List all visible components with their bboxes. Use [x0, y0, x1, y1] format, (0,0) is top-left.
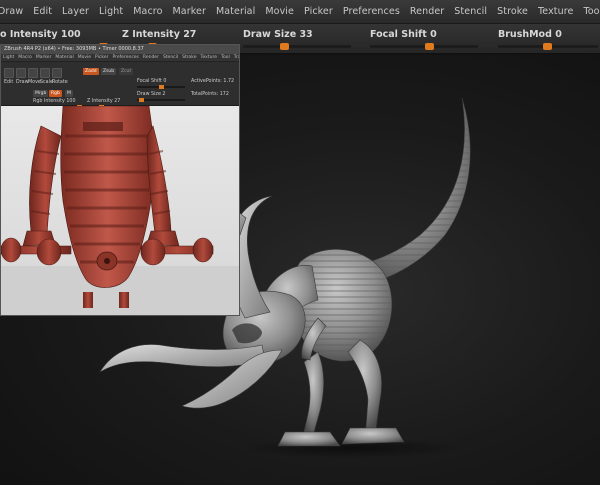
menu-item-movie[interactable]: Movie	[260, 6, 299, 17]
reference-navel-core	[104, 258, 110, 264]
main-menubar: Draw Edit Layer Light Macro Marker Material Mov…	[0, 0, 600, 24]
move-mode-icon[interactable]	[28, 68, 38, 78]
scale-mode-label: Scale	[40, 80, 53, 85]
reference-menu-item-light[interactable]: Light	[1, 55, 16, 60]
rotate-mode-label: Rotate	[52, 80, 68, 85]
reference-menu-item-movie[interactable]: Movie	[76, 55, 93, 60]
inset-focal-shift-label: Focal Shift 0	[137, 79, 167, 84]
creature-left-foot	[277, 431, 341, 447]
reference-menu-item-marker[interactable]: Marker	[34, 55, 54, 60]
menu-item-light[interactable]: Light	[94, 6, 128, 17]
reference-menu-item-macro[interactable]: Macro	[16, 55, 34, 60]
menu-item-material[interactable]: Material	[211, 6, 260, 17]
reference-left-knob-outer	[1, 237, 22, 263]
focal-shift-track[interactable]	[370, 45, 478, 48]
reference-window[interactable]: ZBrush 4R4 P2 (x64) • Free: 3093MB • Tim…	[0, 44, 240, 316]
inset-z-intensity-label: Z Intensity 27	[87, 99, 121, 104]
reference-model	[1, 106, 239, 315]
reference-menu-item-stroke[interactable]: Stroke	[180, 55, 198, 60]
focal-shift-slider[interactable]: Focal Shift 0	[370, 27, 480, 51]
reference-window-toolbar: Edit Draw Move Scale Rotate Mrgb Rgb M Z…	[1, 62, 239, 109]
active-points-readout: ActivePoints: 1.72	[191, 79, 235, 84]
menu-item-render[interactable]: Render	[405, 6, 449, 17]
menu-item-stencil[interactable]: Stencil	[449, 6, 492, 17]
focal-shift-label: Focal Shift 0	[370, 29, 437, 40]
reference-menu-item-tool[interactable]: Tool	[219, 55, 232, 60]
draw-mode-icon[interactable]	[16, 68, 26, 78]
draw-mode-label: Draw	[16, 80, 29, 85]
menu-item-texture[interactable]: Texture	[533, 6, 578, 17]
reference-left-arm	[29, 125, 62, 235]
m-button[interactable]: M	[65, 90, 73, 97]
menu-item-stroke[interactable]: Stroke	[492, 6, 533, 17]
total-points-readout: TotalPoints: 172	[191, 92, 229, 97]
reference-left-knob-inner	[36, 238, 62, 266]
z-intensity-label: Z Intensity 27	[122, 29, 197, 40]
draw-size-track[interactable]	[243, 45, 351, 48]
reference-left-foot	[83, 292, 93, 308]
creature-left-leg	[303, 351, 324, 433]
scale-mode-icon[interactable]	[40, 68, 50, 78]
zadd-button[interactable]: Zadd	[83, 68, 99, 75]
reference-chest-plate	[83, 122, 123, 131]
brushmod-thumb[interactable]	[543, 43, 552, 50]
zcut-button[interactable]: Zcut	[119, 68, 134, 75]
rgb-intensity-label: o Intensity 100	[0, 29, 81, 40]
creature-right-leg	[347, 339, 382, 429]
inset-draw-size-track[interactable]	[137, 99, 185, 101]
reference-menu-item-transform[interactable]: Transform	[232, 55, 239, 60]
reference-menu-item-picker[interactable]: Picker	[93, 55, 110, 60]
reference-right-foot	[119, 292, 129, 308]
menu-item-edit[interactable]: Edit	[28, 6, 57, 17]
rotate-mode-icon[interactable]	[52, 68, 62, 78]
draw-size-label: Draw Size 33	[243, 29, 313, 40]
reference-canvas[interactable]	[1, 106, 239, 315]
creature-right-foot	[341, 427, 405, 445]
menu-item-marker[interactable]: Marker	[168, 6, 211, 17]
mrgb-button[interactable]: Mrgb	[33, 90, 49, 97]
reference-menu-item-texture[interactable]: Texture	[199, 55, 219, 60]
menu-item-tool[interactable]: Tool	[578, 6, 600, 17]
inset-rgb-intensity-label: Rgb Intensity 100	[33, 99, 76, 104]
brushmod-slider[interactable]: BrushMod 0	[498, 27, 598, 51]
menu-item-picker[interactable]: Picker	[299, 6, 338, 17]
menu-item-preferences[interactable]: Preferences	[338, 6, 405, 17]
reference-window-title: ZBrush 4R4 P2 (x64) • Free: 3093MB • Tim…	[1, 45, 239, 54]
focal-shift-thumb[interactable]	[425, 43, 434, 50]
reference-right-arm	[146, 125, 172, 235]
reference-window-menubar: Light Macro Marker Material Movie Picker Prefe…	[1, 54, 239, 62]
menu-item-draw[interactable]: Draw	[0, 6, 28, 17]
draw-size-thumb[interactable]	[280, 43, 289, 50]
reference-right-knob-inner	[140, 238, 166, 266]
reference-menu-item-material[interactable]: Material	[53, 55, 75, 60]
edit-mode-label: Edit	[4, 80, 14, 85]
rgb-button[interactable]: Rgb	[49, 90, 62, 97]
inset-draw-size-label: Draw Size 2	[137, 92, 166, 97]
inset-draw-size-thumb[interactable]	[139, 98, 144, 102]
reference-menu-item-render[interactable]: Render	[141, 55, 161, 60]
reference-menu-item-preferences[interactable]: Preferences	[110, 55, 140, 60]
reference-menu-item-stencil[interactable]: Stencil	[161, 55, 180, 60]
menu-item-layer[interactable]: Layer	[57, 6, 94, 17]
menu-item-macro[interactable]: Macro	[128, 6, 167, 17]
zsub-button[interactable]: Zsub	[101, 68, 117, 75]
reference-right-knob-outer	[192, 237, 214, 263]
brushmod-label: BrushMod 0	[498, 29, 562, 40]
inset-focal-shift-thumb[interactable]	[159, 85, 164, 89]
edit-mode-icon[interactable]	[4, 68, 14, 78]
move-mode-label: Move	[28, 80, 41, 85]
draw-size-slider[interactable]: Draw Size 33	[243, 27, 353, 51]
